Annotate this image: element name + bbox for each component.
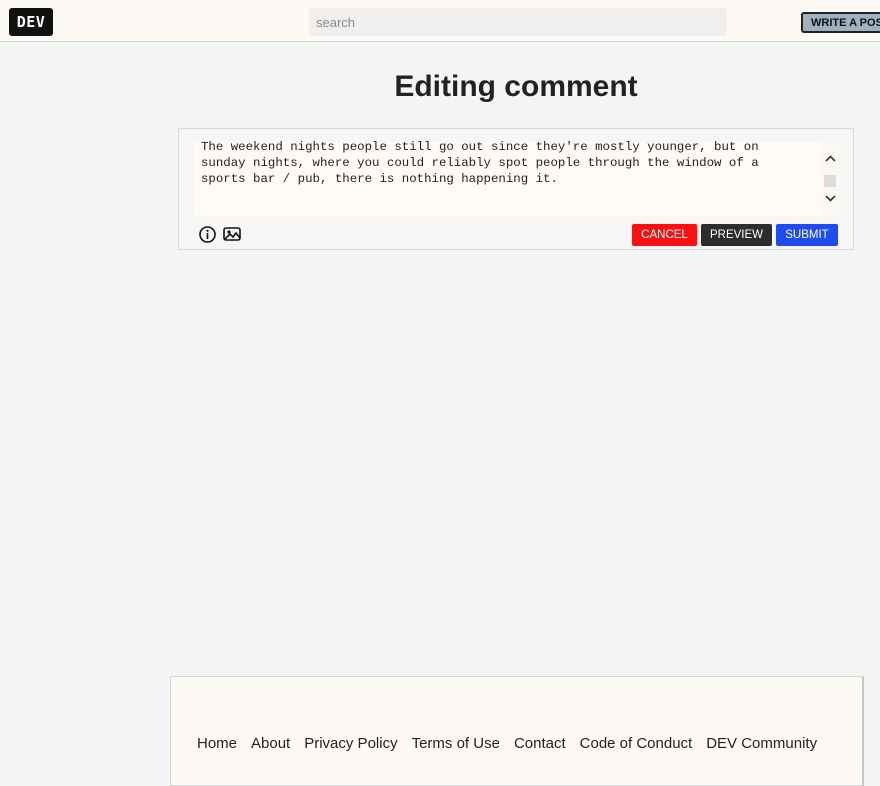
submit-button[interactable]: SUBMIT bbox=[776, 224, 838, 246]
top-navbar: DEV WRITE A POST bbox=[0, 0, 880, 42]
scroll-down-arrow-icon[interactable] bbox=[821, 190, 839, 206]
comment-text[interactable]: The weekend nights people still go out s… bbox=[201, 140, 807, 216]
footer-link-privacy-policy[interactable]: Privacy Policy bbox=[304, 735, 397, 752]
preview-button[interactable]: PREVIEW bbox=[701, 224, 772, 246]
footer-link-home[interactable]: Home bbox=[197, 735, 237, 752]
page-title: Editing comment bbox=[394, 70, 638, 103]
comment-textarea[interactable]: The weekend nights people still go out s… bbox=[195, 140, 839, 216]
footer: Home About Privacy Policy Terms of Use C… bbox=[170, 676, 864, 786]
footer-nav: Home About Privacy Policy Terms of Use C… bbox=[197, 735, 817, 752]
footer-link-dev-community[interactable]: DEV Community bbox=[706, 735, 817, 752]
scrollbar-thumb[interactable] bbox=[824, 175, 836, 187]
search-input[interactable] bbox=[309, 8, 727, 36]
write-post-button[interactable]: WRITE A POST bbox=[801, 12, 880, 33]
footer-link-about[interactable]: About bbox=[251, 735, 290, 752]
footer-link-terms-of-use[interactable]: Terms of Use bbox=[412, 735, 500, 752]
comment-editor: The weekend nights people still go out s… bbox=[178, 128, 854, 250]
cancel-button[interactable]: CANCEL bbox=[632, 224, 697, 246]
footer-link-code-of-conduct[interactable]: Code of Conduct bbox=[580, 735, 693, 752]
image-upload-icon[interactable] bbox=[223, 226, 241, 242]
info-icon[interactable] bbox=[199, 226, 216, 243]
textarea-scrollbar[interactable] bbox=[821, 142, 839, 216]
footer-link-contact[interactable]: Contact bbox=[514, 735, 566, 752]
scroll-up-arrow-icon[interactable] bbox=[821, 150, 839, 166]
dev-logo[interactable]: DEV bbox=[9, 8, 53, 36]
